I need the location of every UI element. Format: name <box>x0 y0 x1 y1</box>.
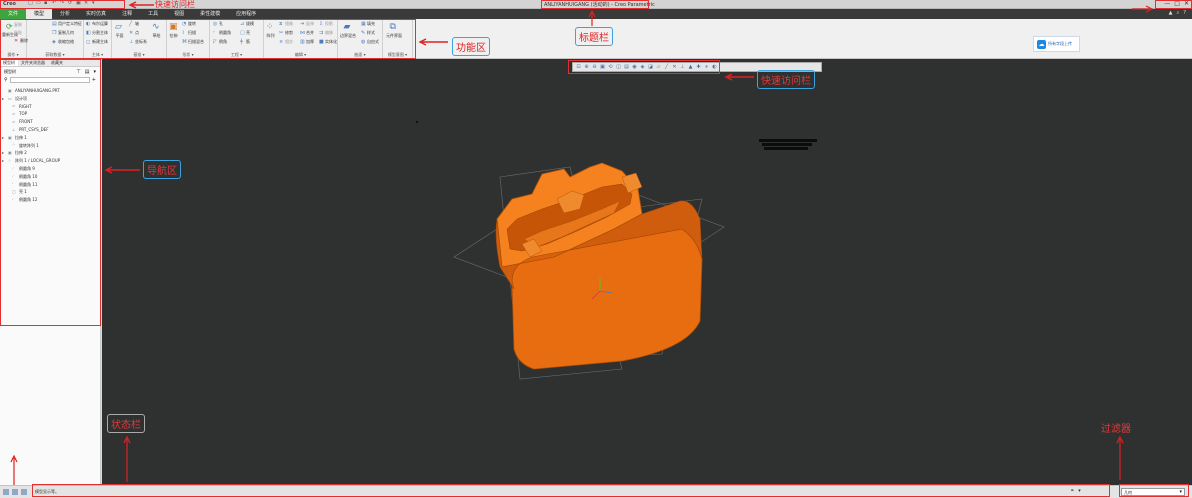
creo-window: Creo □ ▭ ▪ ↶ ↷ ⟳ ▣ ✕ ▾ ANLIYANHUIGANG (活… <box>0 0 1192 498</box>
window-controls-highlight-box <box>1155 0 1192 9</box>
graphics-toolbar-highlight-box <box>568 60 720 74</box>
stray-dot <box>416 121 418 123</box>
tabs-right-icons: ▲ ⌕ ? <box>1169 10 1186 16</box>
qat-highlight-box <box>0 0 125 9</box>
title-highlight-box <box>541 0 649 9</box>
tab-file[interactable]: 文件 <box>0 9 27 19</box>
tab-flexible-modeling[interactable]: 柔性建模 <box>192 9 228 19</box>
tab-view[interactable]: 视图 <box>166 9 192 19</box>
cloud-upload-icon: ☁ <box>1037 39 1046 49</box>
arrow-icon <box>10 455 18 485</box>
redaction-mark <box>759 139 817 150</box>
navigator-highlight-box <box>0 59 101 326</box>
status-highlight-box <box>32 484 1110 497</box>
tab-live-simulation[interactable]: 实时仿真 <box>78 9 114 19</box>
arrow-icon <box>1116 436 1124 480</box>
model-viewport <box>416 121 817 380</box>
fullscreen-icon[interactable] <box>21 489 27 495</box>
arrow-icon <box>104 166 140 174</box>
part-model[interactable] <box>495 162 703 370</box>
upload-all-fields-button[interactable]: ☁ 所有字段上传 <box>1033 36 1080 52</box>
ribbon-tabs: 文件 模型 分析 实时仿真 注释 工具 视图 柔性建模 应用程序 <box>0 9 1192 19</box>
browser-toggle-icon[interactable] <box>12 489 18 495</box>
tab-model[interactable]: 模型 <box>26 9 53 19</box>
tab-analysis[interactable]: 分析 <box>52 9 78 19</box>
tab-annotate[interactable]: 注释 <box>114 9 140 19</box>
annotation-title-bar: 标题栏 <box>575 27 613 46</box>
help-icon[interactable]: ? <box>1183 10 1186 16</box>
navigator-toggle-icon[interactable] <box>3 489 9 495</box>
annotation-filter: 过滤器 <box>1101 424 1131 435</box>
annotation-quick-access-graphics: 快速访问栏 <box>757 70 815 89</box>
arrow-icon <box>128 1 154 9</box>
arrow-icon <box>418 38 448 46</box>
ribbon-highlight-box <box>0 19 416 59</box>
annotation-navigator: 导航区 <box>143 160 181 179</box>
arrow-icon <box>724 73 754 81</box>
tab-tools[interactable]: 工具 <box>140 9 166 19</box>
tab-applications[interactable]: 应用程序 <box>228 9 264 19</box>
graphics-window[interactable]: ⊡ ⊕ ⊖ ▣ ⟲ ◫ ▤ ◉ ◈ ◪ ▱ ╱ ✕ ⊥ ▲ ✚ ⏸ ◐ <box>102 59 1192 485</box>
annotation-ribbon: 功能区 <box>452 37 490 56</box>
annotation-quick-access-top: 快速访问栏 <box>155 0 195 9</box>
filter-highlight-box <box>1119 484 1189 497</box>
collapse-ribbon-icon[interactable]: ▲ <box>1169 10 1173 16</box>
status-icons <box>3 489 27 495</box>
arrow-icon <box>588 10 596 26</box>
arrow-icon <box>123 436 131 482</box>
arrow-icon <box>1132 5 1154 13</box>
search-icon[interactable]: ⌕ <box>1177 10 1180 16</box>
annotation-status-bar: 状态栏 <box>107 414 145 433</box>
